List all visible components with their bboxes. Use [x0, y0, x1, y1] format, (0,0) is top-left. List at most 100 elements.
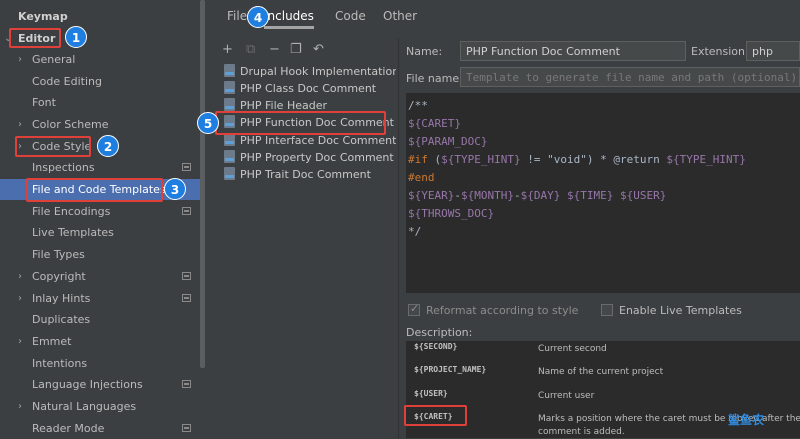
live-templates-checkbox[interactable] [601, 304, 613, 316]
code-token: "void" [547, 153, 587, 166]
step-badge-5: 5 [197, 112, 219, 134]
chevron-right-icon[interactable]: › [18, 266, 22, 287]
code-token: ${PARAM_DOC} [408, 135, 488, 148]
php-file-icon [224, 150, 235, 163]
template-name: PHP Property Doc Comment [240, 151, 394, 164]
template-code-editor[interactable]: /** ${CARET} ${PARAM_DOC} #if (${TYPE_HINT}… [406, 93, 800, 293]
template-list-item[interactable]: PHP Class Doc Comment [224, 80, 396, 97]
code-line: /** [408, 97, 428, 115]
sidebar-item-inlay-hints[interactable]: › Inlay Hints [0, 288, 205, 309]
template-name: Drupal Hook Implementation Doc Comment [240, 65, 396, 78]
code-token: - [454, 189, 461, 202]
tab-other[interactable]: Other [383, 8, 417, 26]
code-line: ${PARAM_DOC} [408, 133, 487, 151]
chevron-right-icon[interactable]: › [18, 114, 22, 135]
sidebar-item-label: Color Scheme [32, 118, 109, 131]
code-line: #end [408, 169, 435, 187]
filename-label: File name: [406, 72, 463, 85]
reformat-label: Reformat according to style [426, 304, 579, 317]
chevron-right-icon[interactable]: › [18, 49, 22, 70]
code-token: ${THROWS_DOC} [408, 207, 495, 220]
template-name: PHP Interface Doc Comment [240, 134, 396, 147]
sidebar-item-label: Language Injections [32, 378, 143, 391]
code-line: ${CARET} [408, 115, 461, 133]
description-text: comment is added. [538, 427, 625, 437]
template-name: PHP Class Doc Comment [240, 82, 377, 95]
settings-window: Keymap ⌄ Editor › General Code Editing Font › Co… [0, 0, 800, 438]
code-line: */ [408, 223, 421, 241]
description-variable: ${SECOND} [414, 342, 458, 351]
sidebar-item-general[interactable]: › General [0, 49, 205, 70]
highlight-caret-variable [404, 405, 467, 426]
add-template-button[interactable]: + [222, 42, 233, 57]
template-tabs: Files Includes Code Other [206, 0, 800, 32]
description-variable: ${USER} [414, 389, 448, 398]
code-token: ${YEAR} [408, 189, 455, 202]
sidebar-item-language-injections[interactable]: Language Injections [0, 374, 205, 395]
sidebar-item-label: Font [32, 96, 56, 109]
name-label: Name: [406, 45, 443, 58]
name-field[interactable]: PHP Function Doc Comment [460, 41, 686, 61]
code-token: ${DAY} [520, 189, 561, 202]
reformat-checkbox[interactable] [408, 302, 420, 316]
sidebar-item-label: Inspections [32, 161, 95, 174]
sidebar-item-file-encodings[interactable]: File Encodings [0, 201, 205, 222]
sidebar-item-code-editing[interactable]: Code Editing [0, 71, 205, 92]
description-text: Current user [538, 391, 595, 401]
step-badge-2: 2 [97, 135, 119, 157]
sidebar-item-emmet[interactable]: › Emmet [0, 331, 205, 352]
code-token: #end [408, 171, 435, 184]
sidebar-item-label: Code Editing [32, 75, 102, 88]
sidebar-item-label: Natural Languages [32, 400, 137, 413]
sidebar-item-reader-mode[interactable]: Reader Mode [0, 418, 205, 439]
sidebar-item-live-templates[interactable]: Live Templates [0, 222, 205, 243]
reset-template-button[interactable]: ↶ [313, 42, 324, 57]
php-file-icon [224, 81, 235, 94]
duplicate-template-button[interactable]: ❐ [290, 42, 302, 57]
sidebar-item-color-scheme[interactable]: › Color Scheme [0, 114, 205, 135]
tab-includes[interactable]: Includes [264, 8, 314, 29]
live-templates-label: Enable Live Templates [619, 304, 742, 317]
project-scope-icon [182, 163, 191, 171]
chevron-right-icon[interactable]: › [18, 288, 22, 309]
highlight-code-style [15, 136, 91, 157]
step-badge-4: 4 [247, 6, 269, 28]
filename-input[interactable]: Template to generate file name and path … [460, 67, 800, 87]
chevron-right-icon[interactable]: › [18, 396, 22, 417]
sidebar-item-copyright[interactable]: › Copyright [0, 266, 205, 287]
copy-template-icon[interactable]: ⧉ [246, 42, 255, 57]
sidebar-item-label: Keymap [18, 10, 68, 23]
tab-code[interactable]: Code [335, 8, 366, 26]
project-scope-icon [182, 207, 191, 215]
php-file-icon [224, 98, 235, 111]
sidebar-item-label: File Types [32, 248, 85, 261]
sidebar-item-font[interactable]: Font [0, 92, 205, 113]
highlight-editor [9, 28, 61, 48]
code-token: */ [408, 225, 422, 238]
template-name: PHP Trait Doc Comment [240, 168, 371, 181]
sidebar-scrollbar[interactable] [200, 0, 205, 368]
sidebar-item-label: Emmet [32, 335, 72, 348]
settings-sidebar: Keymap ⌄ Editor › General Code Editing Font › Co… [0, 0, 205, 438]
sidebar-item-intentions[interactable]: Intentions [0, 353, 205, 374]
sidebar-item-label: Intentions [32, 357, 88, 370]
code-token: /** [408, 99, 428, 112]
sidebar-item-keymap[interactable]: Keymap [0, 6, 205, 27]
extension-field[interactable]: php [746, 41, 800, 61]
step-badge-1: 1 [65, 26, 87, 48]
sidebar-item-inspections[interactable]: Inspections [0, 157, 205, 178]
sidebar-item-label: Reader Mode [32, 422, 105, 435]
remove-template-button[interactable]: − [269, 42, 280, 57]
chevron-right-icon[interactable]: › [18, 331, 22, 352]
code-token: ${TYPE_HINT} [666, 153, 746, 166]
template-list-item[interactable]: PHP Property Doc Comment [224, 149, 396, 166]
highlight-php-function-doc [215, 111, 386, 135]
sidebar-item-duplicates[interactable]: Duplicates [0, 309, 205, 330]
sidebar-item-file-types[interactable]: File Types [0, 244, 205, 265]
sidebar-item-natural-languages[interactable]: › Natural Languages [0, 396, 205, 417]
code-token: ${TYPE_HINT} [441, 153, 521, 166]
code-line: #if (${TYPE_HINT} != "void") * @return $… [408, 151, 746, 169]
template-list-item[interactable]: Drupal Hook Implementation Doc Comment [224, 63, 396, 80]
template-list-item[interactable]: PHP Trait Doc Comment [224, 166, 396, 183]
